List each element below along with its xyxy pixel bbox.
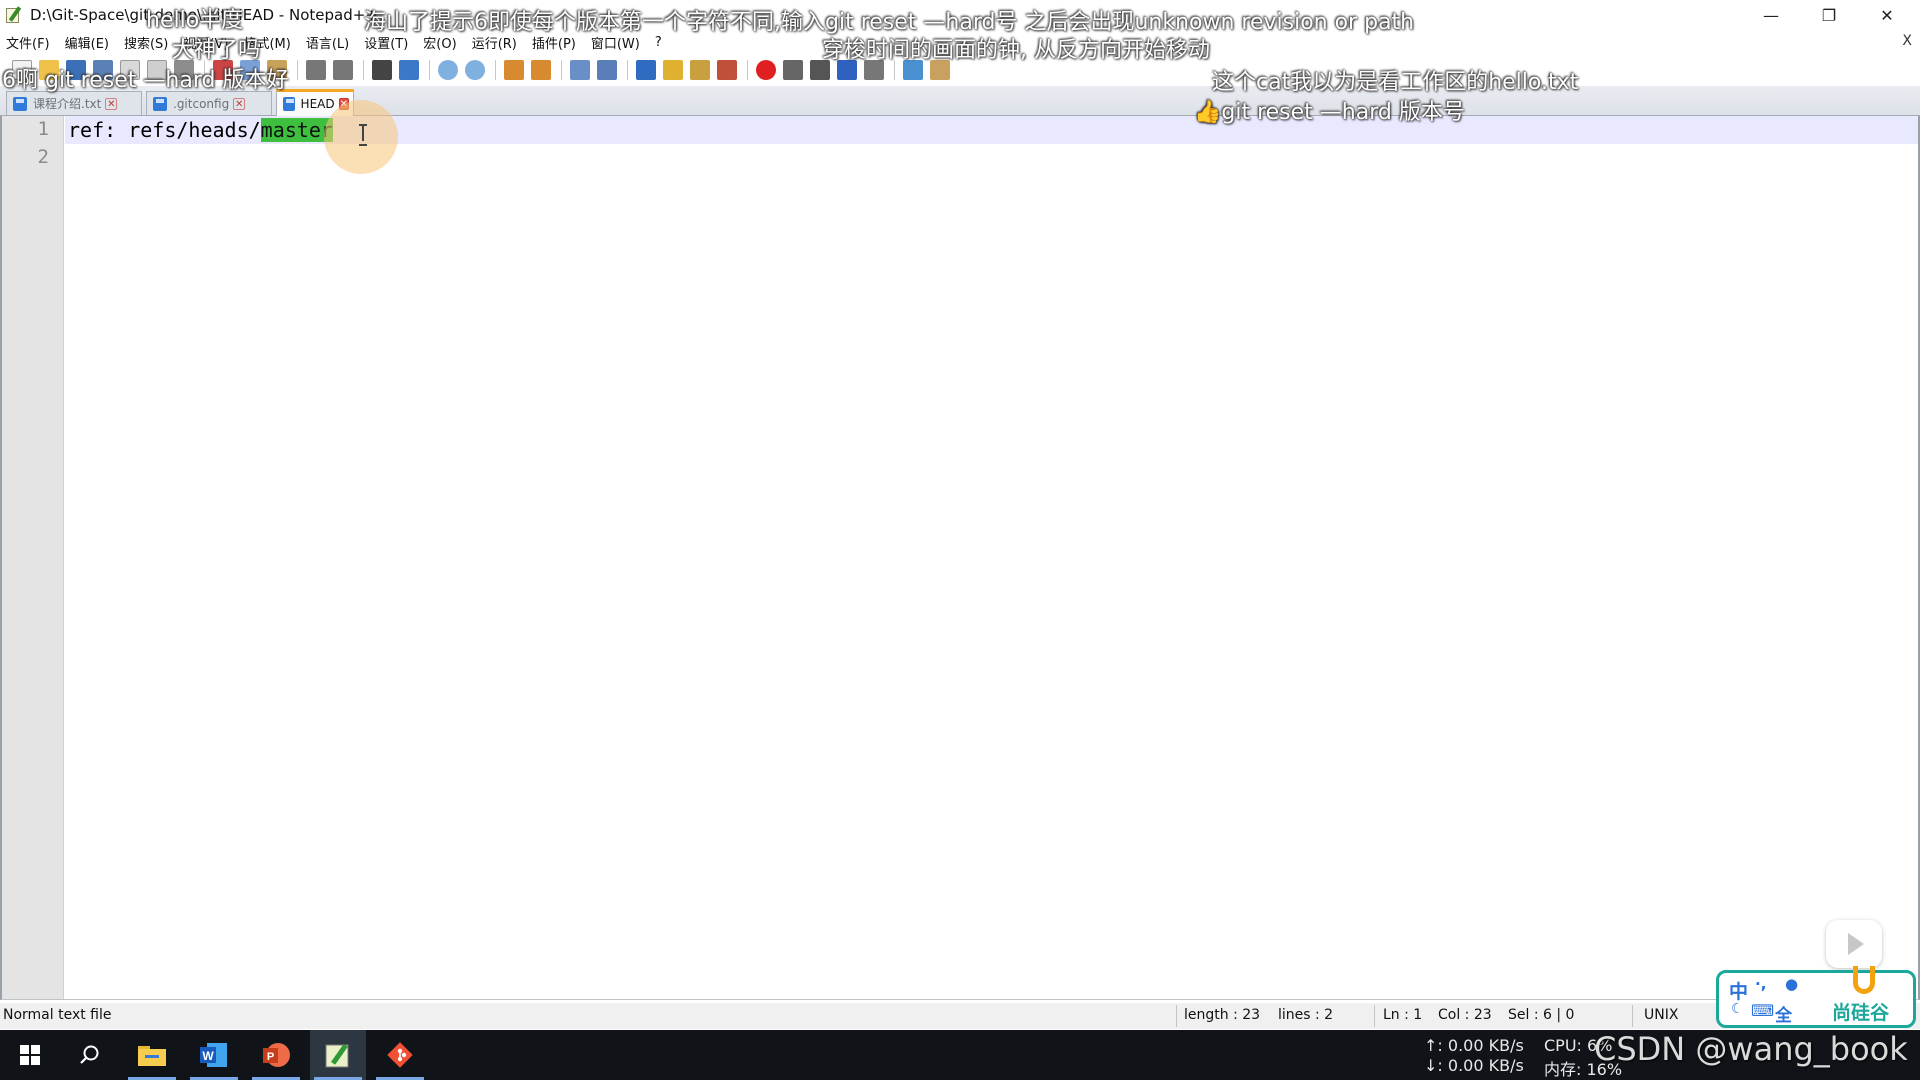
svg-text:W: W xyxy=(202,1049,214,1063)
line-number: 1 xyxy=(37,118,49,140)
close-document-button[interactable]: X xyxy=(1902,33,1912,49)
line-number-gutter[interactable]: 1 2 xyxy=(2,116,64,999)
ime-user-icon[interactable]: ● xyxy=(1785,975,1798,993)
udl-icon[interactable] xyxy=(663,60,683,80)
zoom-out-icon[interactable] xyxy=(465,60,485,80)
ime-punctuation-indicator[interactable]: ·, xyxy=(1755,975,1766,993)
menu-language[interactable]: 语言(L) xyxy=(306,33,349,52)
toolbar-separator xyxy=(495,60,496,80)
text-editor[interactable]: 1 2 ref: refs/heads/master xyxy=(0,116,1920,1000)
danmaku-comment: 穿梭时间的画面的钟, 从反方向开始移动 xyxy=(822,38,1210,63)
undo-icon[interactable] xyxy=(306,60,326,80)
file-explorer-icon[interactable] xyxy=(124,1030,180,1080)
replace-icon[interactable] xyxy=(399,60,419,80)
word-wrap-icon[interactable] xyxy=(570,60,590,80)
danmaku-comment: 大神了吗 xyxy=(172,38,261,63)
selected-text[interactable]: master xyxy=(260,118,333,142)
line-number: 2 xyxy=(37,146,49,168)
restore-button[interactable]: ❐ xyxy=(1802,0,1856,30)
menu-edit[interactable]: 编辑(E) xyxy=(65,33,109,52)
danmaku-comment: hello半度 xyxy=(146,8,244,33)
doc-map-icon[interactable] xyxy=(690,60,710,80)
zoom-in-icon[interactable] xyxy=(438,60,458,80)
powerpoint-icon[interactable]: P xyxy=(248,1030,304,1080)
notepadpp-app-icon[interactable] xyxy=(4,5,24,25)
tab-gitconfig[interactable]: .gitconfig ✕ xyxy=(146,91,272,115)
menu-search[interactable]: 搜索(S) xyxy=(124,33,168,52)
tab-label: HEAD xyxy=(300,97,335,111)
minimize-button[interactable]: — xyxy=(1744,0,1798,30)
function-list-icon[interactable] xyxy=(717,60,737,80)
status-separator xyxy=(1176,1005,1177,1027)
close-window-button[interactable]: ✕ xyxy=(1860,0,1914,30)
saved-file-icon xyxy=(153,96,167,111)
notepadpp-icon[interactable] xyxy=(310,1030,366,1080)
danmaku-comment: 6啊 git reset —hard 版本好 xyxy=(2,68,289,93)
search-icon[interactable] xyxy=(62,1030,118,1080)
stop-macro-icon[interactable] xyxy=(783,60,803,80)
indent-guide-icon[interactable] xyxy=(636,60,656,80)
text-cursor-icon xyxy=(358,123,368,146)
ime-moon-icon[interactable]: ☾ xyxy=(1731,1001,1744,1017)
redo-icon[interactable] xyxy=(333,60,353,80)
atguigu-logo-icon xyxy=(1853,966,1875,994)
toolbar-separator xyxy=(561,60,562,80)
toolbar-separator xyxy=(429,60,430,80)
status-sel: Sel : 6 | 0 xyxy=(1508,1007,1575,1023)
csdn-watermark: CSDN @wang_book xyxy=(1594,1030,1908,1068)
danmaku-comment: 这个cat我以为是看工作区的hello.txt xyxy=(1212,70,1579,95)
windows-start-icon[interactable] xyxy=(2,1030,58,1080)
toolbar-separator xyxy=(297,60,298,80)
status-eol: UNIX xyxy=(1644,1007,1679,1023)
ime-keyboard-icon[interactable]: ⌨ xyxy=(1751,1001,1774,1020)
status-separator xyxy=(1632,1005,1633,1027)
brand-watermark: 尚硅谷 xyxy=(1832,1002,1890,1024)
status-separator xyxy=(1374,1005,1375,1027)
ime-language-indicator[interactable]: 中 xyxy=(1729,977,1748,1004)
tab-close-icon[interactable]: ✕ xyxy=(233,97,246,110)
network-download-speed: ↓: 0.00 KB/s xyxy=(1424,1056,1524,1075)
git-icon[interactable] xyxy=(372,1030,428,1080)
tab-course-intro[interactable]: 课程介绍.txt ✕ xyxy=(6,91,142,115)
saved-file-icon xyxy=(13,96,27,111)
tab-label: .gitconfig xyxy=(173,96,230,111)
svg-text:P: P xyxy=(267,1051,274,1063)
toolbar-separator xyxy=(747,60,748,80)
menu-file[interactable]: 文件(F) xyxy=(6,33,50,52)
ime-fullwidth-indicator[interactable]: 全 xyxy=(1775,1001,1792,1026)
menu-help[interactable]: ? xyxy=(655,35,662,50)
status-lines: lines : 2 xyxy=(1278,1007,1334,1023)
status-col: Col : 23 xyxy=(1438,1007,1492,1023)
word-icon[interactable]: W xyxy=(186,1030,242,1080)
status-length: length : 23 xyxy=(1184,1007,1261,1023)
status-file-type: Normal text file xyxy=(3,1007,112,1023)
network-upload-speed: ↑: 0.00 KB/s xyxy=(1424,1036,1524,1055)
toolbar-separator xyxy=(627,60,628,80)
record-macro-icon[interactable] xyxy=(756,60,776,80)
toolbar-separator xyxy=(363,60,364,80)
sync-vertical-icon[interactable] xyxy=(504,60,524,80)
status-ln: Ln : 1 xyxy=(1383,1007,1423,1023)
tab-close-icon[interactable]: ✕ xyxy=(105,97,118,110)
saved-file-icon xyxy=(283,97,295,111)
code-text: ref: refs/heads/ xyxy=(68,118,261,142)
find-icon[interactable] xyxy=(372,60,392,80)
show-all-chars-icon[interactable] xyxy=(597,60,617,80)
sync-horizontal-icon[interactable] xyxy=(531,60,551,80)
tab-label: 课程介绍.txt xyxy=(33,97,102,111)
status-bar: Normal text file length : 23 lines : 2 L… xyxy=(0,1003,1920,1029)
video-play-icon[interactable] xyxy=(1826,920,1882,968)
danmaku-comment: 👍git reset —hard 版本号 xyxy=(1194,100,1465,125)
code-line-1[interactable]: ref: refs/heads/master xyxy=(68,118,333,142)
